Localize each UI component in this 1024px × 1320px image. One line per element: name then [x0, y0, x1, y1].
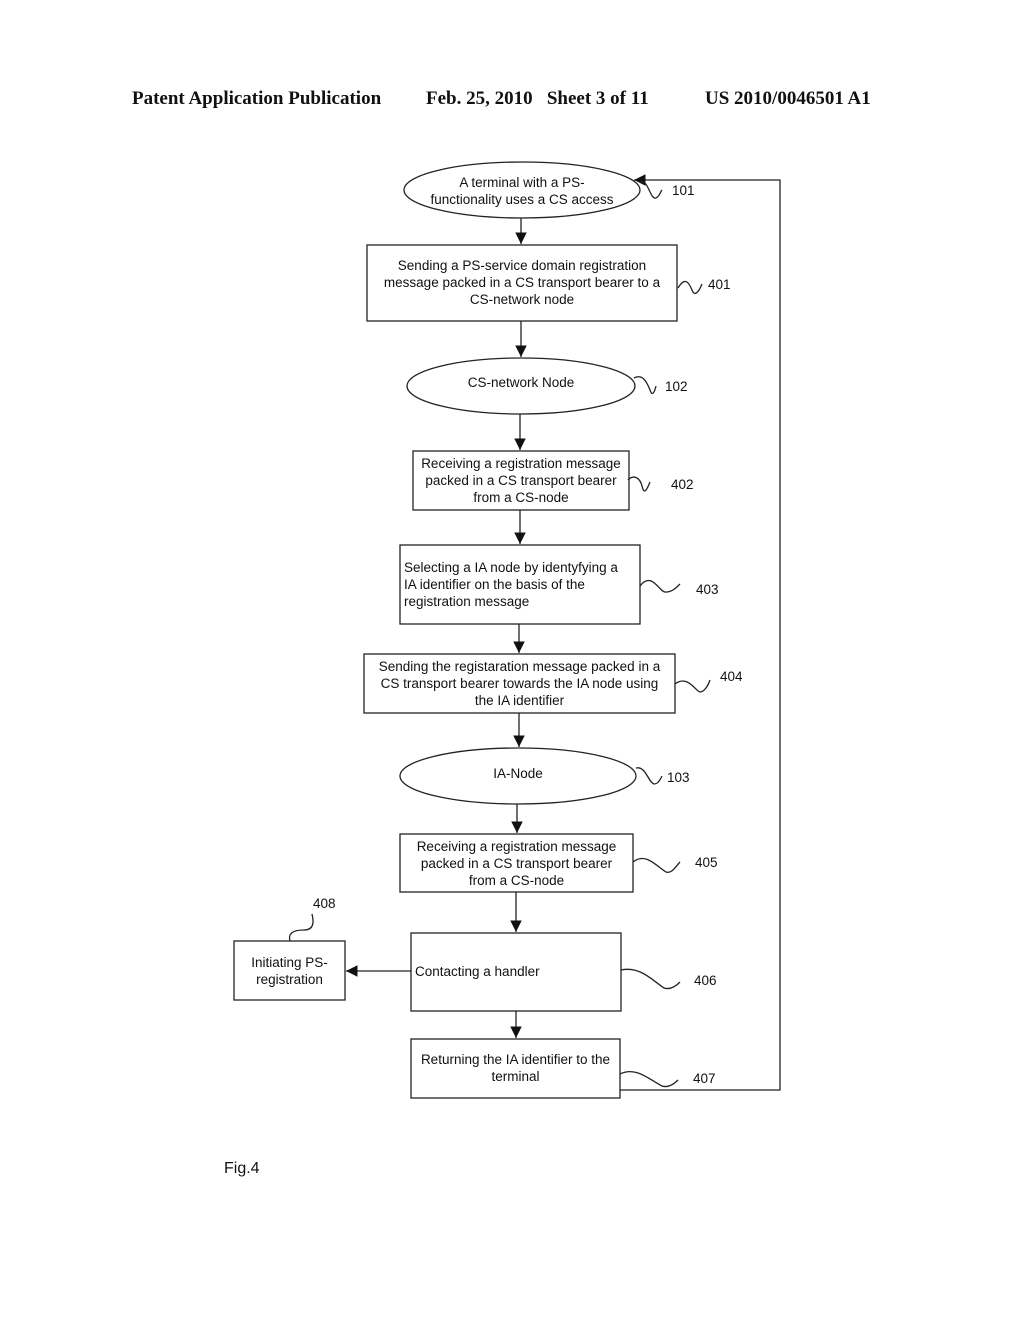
node-406-text: Contacting a handler: [415, 964, 540, 979]
ref-403-squiggle: [639, 579, 681, 593]
ref-407-squiggle: [619, 1071, 679, 1088]
ref-102-squiggle: [633, 376, 657, 395]
ref-406: 406: [694, 973, 717, 988]
ref-405-squiggle: [632, 857, 681, 873]
node-405-text: Receiving a registration message packed …: [416, 839, 617, 888]
node-407-text: Returning the IA identifier to the termi…: [420, 1052, 611, 1084]
ref-401: 401: [708, 277, 731, 292]
node-404-text: Sending the registaration message packed…: [378, 659, 661, 708]
ref-101: 101: [672, 183, 695, 198]
ref-403: 403: [696, 582, 719, 597]
figure-label: Fig.4: [224, 1160, 260, 1177]
ref-102: 102: [665, 379, 688, 394]
ref-407: 407: [693, 1071, 716, 1086]
ref-402-squiggle: [627, 476, 651, 492]
ref-402: 402: [671, 477, 694, 492]
ref-406-squiggle: [620, 968, 681, 990]
ref-408-squiggle: [288, 913, 314, 942]
node-403-text: Selecting a IA node by identyfying a IA …: [404, 560, 618, 609]
node-408-text: Initiating PS- registration: [251, 955, 328, 987]
ref-103: 103: [667, 770, 690, 785]
ref-103-squiggle: [635, 767, 663, 785]
ref-408: 408: [313, 896, 336, 911]
node-103-text: IA-Node: [493, 766, 543, 781]
ref-405: 405: [695, 855, 718, 870]
node-101-text: A terminal with a PS- functionality uses…: [430, 175, 614, 207]
node-102-text: CS-network Node: [467, 375, 575, 390]
ref-101-squiggle: [639, 180, 663, 199]
ref-404: 404: [720, 669, 743, 684]
node-401-text: Sending a PS-service domain registration…: [383, 258, 661, 307]
node-402-text: Receiving a registration message packed …: [421, 456, 621, 505]
ref-401-squiggle: [677, 280, 703, 294]
ref-404-squiggle: [674, 679, 711, 693]
edge-407-101-feedback: [620, 174, 781, 1091]
